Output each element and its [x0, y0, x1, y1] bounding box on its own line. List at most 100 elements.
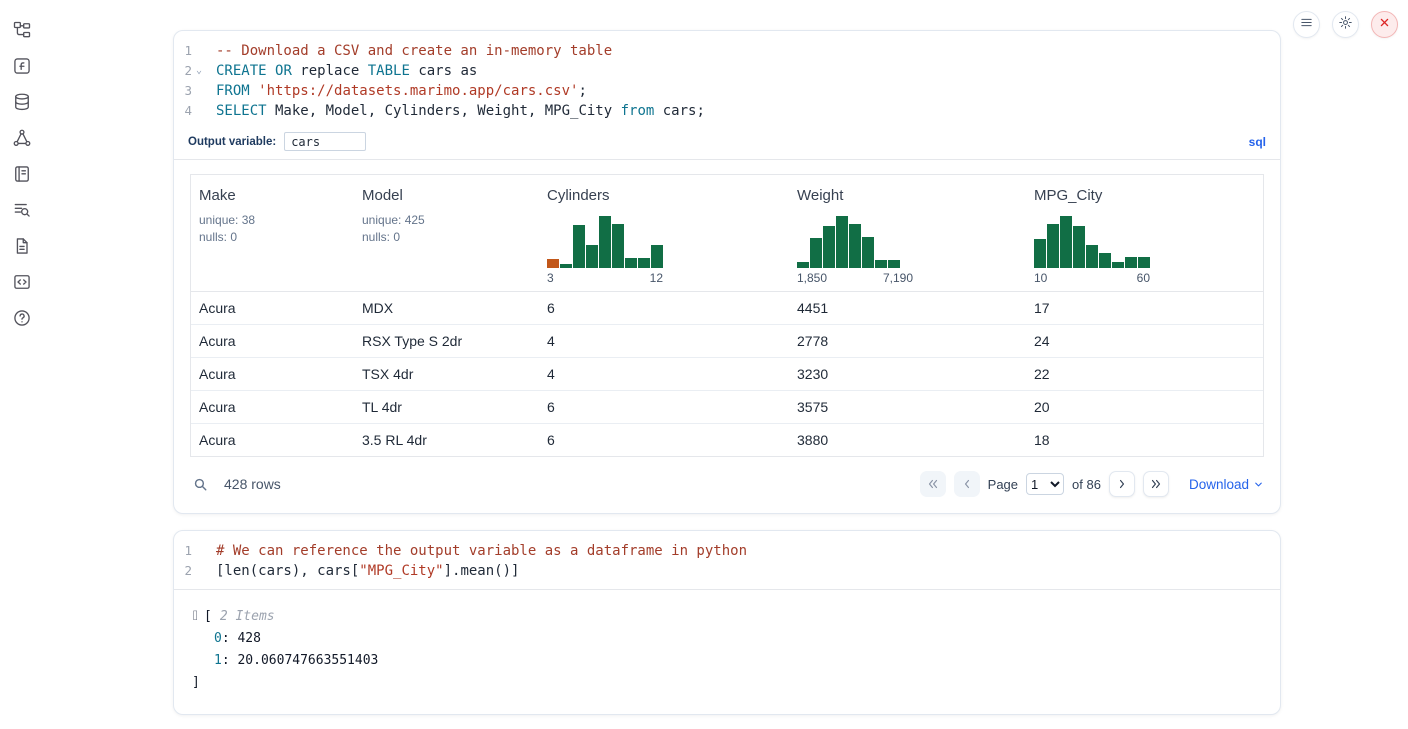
- column-header-model[interactable]: Modelunique: 425nulls: 0: [354, 187, 539, 285]
- settings-gear-icon: [1338, 15, 1353, 35]
- code-text[interactable]: CREATE OR replace TABLE cars as: [206, 61, 477, 81]
- item-value: 428: [237, 631, 260, 646]
- fold-chevron-icon[interactable]: ⌄: [192, 61, 206, 81]
- table-cell: Acura: [191, 292, 354, 324]
- collapse-chevron-icon[interactable]: ⌷: [192, 606, 204, 628]
- dependency-graph-button[interactable]: [11, 129, 33, 151]
- axis-min-label: 1,850: [797, 271, 827, 285]
- histogram-bar[interactable]: [836, 216, 848, 268]
- histogram-bars: [547, 216, 663, 268]
- histogram-bar[interactable]: [1047, 224, 1059, 268]
- last-page-button[interactable]: [1143, 471, 1169, 497]
- table-cell: 6: [539, 391, 789, 423]
- item-value: 20.060747663551403: [237, 653, 378, 668]
- previous-page-button[interactable]: [954, 471, 980, 497]
- notebook-outline-button[interactable]: [11, 165, 33, 187]
- logs-button[interactable]: [11, 201, 33, 223]
- file-tree-button[interactable]: [11, 21, 33, 43]
- histogram-bar[interactable]: [862, 237, 874, 268]
- datasources-button[interactable]: [11, 93, 33, 115]
- table-row[interactable]: AcuraRSX Type S 2dr4277824: [191, 325, 1263, 358]
- page-select[interactable]: 1: [1026, 473, 1064, 495]
- histogram-bar[interactable]: [888, 260, 900, 268]
- table-row[interactable]: Acura3.5 RL 4dr6388018: [191, 424, 1263, 456]
- python-code-editor[interactable]: 1# We can reference the output variable …: [174, 531, 1280, 589]
- code-text[interactable]: FROM 'https://datasets.marimo.app/cars.c…: [206, 81, 587, 101]
- table-cell: Acura: [191, 391, 354, 423]
- download-button[interactable]: Download: [1189, 477, 1264, 492]
- output-variable-label: Output variable:: [188, 136, 276, 148]
- histogram-bar[interactable]: [849, 224, 861, 268]
- axis-min-label: 10: [1034, 271, 1047, 285]
- line-number: 3: [180, 81, 192, 101]
- table-cell: 4: [539, 325, 789, 357]
- histogram-bar[interactable]: [599, 216, 611, 268]
- column-name: MPG_City: [1034, 187, 1255, 204]
- column-header-make[interactable]: Makeunique: 38nulls: 0: [191, 187, 354, 285]
- histogram-bar[interactable]: [875, 260, 887, 268]
- histogram-bar[interactable]: [1112, 262, 1124, 268]
- close-button[interactable]: [1371, 11, 1398, 38]
- histogram-bar[interactable]: [797, 262, 809, 268]
- menu-icon: [1299, 15, 1314, 35]
- column-header-cylinders[interactable]: Cylinders312: [539, 187, 789, 285]
- settings-gear-button[interactable]: [1332, 11, 1359, 38]
- column-stat: nulls: 0: [362, 229, 531, 246]
- histogram-bar[interactable]: [573, 225, 585, 268]
- histogram-bar[interactable]: [1099, 253, 1111, 268]
- table-row[interactable]: AcuraTSX 4dr4323022: [191, 358, 1263, 391]
- column-header-mpg_city[interactable]: MPG_City1060: [1026, 187, 1263, 285]
- line-number: 1: [180, 41, 192, 61]
- table-cell: 3575: [789, 391, 1026, 423]
- topbar-actions: [1293, 11, 1398, 38]
- histogram-bar[interactable]: [586, 245, 598, 268]
- column-histogram: 1,8507,190: [797, 216, 913, 285]
- first-page-button[interactable]: [920, 471, 946, 497]
- table-row[interactable]: AcuraTL 4dr6357520: [191, 391, 1263, 424]
- code-text[interactable]: SELECT Make, Model, Cylinders, Weight, M…: [206, 101, 705, 121]
- download-label: Download: [1189, 477, 1249, 492]
- menu-button[interactable]: [1293, 11, 1320, 38]
- chat-help-button[interactable]: [11, 309, 33, 331]
- histogram-bar[interactable]: [547, 259, 559, 268]
- output-variable-input[interactable]: [284, 132, 366, 151]
- code-text[interactable]: [len(cars), cars["MPG_City"].mean()]: [206, 561, 519, 581]
- pagination: Page 1 of 86 Download: [920, 471, 1264, 497]
- table-cell: RSX Type S 2dr: [354, 325, 539, 357]
- histogram-bar[interactable]: [638, 258, 650, 268]
- fold-gutter: [192, 41, 206, 61]
- histogram-bar[interactable]: [612, 224, 624, 268]
- snippets-button[interactable]: [11, 273, 33, 295]
- table-cell: 20: [1026, 391, 1263, 423]
- next-page-button[interactable]: [1109, 471, 1135, 497]
- column-header-weight[interactable]: Weight1,8507,190: [789, 187, 1026, 285]
- table-header: Makeunique: 38nulls: 0Modelunique: 425nu…: [191, 175, 1263, 292]
- fold-gutter: [192, 561, 206, 581]
- histogram-bar[interactable]: [1073, 226, 1085, 268]
- histogram-bar[interactable]: [1060, 216, 1072, 268]
- variables-button[interactable]: [11, 57, 33, 79]
- fold-gutter: [192, 101, 206, 121]
- column-stats: unique: 38nulls: 0: [199, 212, 346, 245]
- histogram-bar[interactable]: [1086, 245, 1098, 268]
- histogram-bar[interactable]: [625, 258, 637, 268]
- table-row[interactable]: AcuraMDX6445117: [191, 292, 1263, 325]
- code-text[interactable]: -- Download a CSV and create an in-memor…: [206, 41, 612, 61]
- histogram-bar[interactable]: [651, 245, 663, 268]
- histogram-bar[interactable]: [823, 226, 835, 268]
- output-tree-item: 0: 428: [192, 628, 1262, 650]
- notebook-area: 1 -- Download a CSV and create an in-memo…: [173, 30, 1281, 715]
- histogram-bar[interactable]: [1138, 257, 1150, 268]
- language-badge: sql: [1249, 135, 1266, 149]
- code-text[interactable]: # We can reference the output variable a…: [206, 541, 747, 561]
- documentation-button[interactable]: [11, 237, 33, 259]
- histogram-bar[interactable]: [810, 238, 822, 268]
- left-sidebar: [0, 0, 44, 729]
- sql-cell: 1 -- Download a CSV and create an in-memo…: [173, 30, 1281, 514]
- chat-help-icon: [12, 308, 32, 333]
- histogram-bar[interactable]: [1034, 239, 1046, 268]
- search-icon[interactable]: [190, 474, 210, 494]
- histogram-bar[interactable]: [560, 264, 572, 268]
- sql-code-editor[interactable]: 1 -- Download a CSV and create an in-memo…: [174, 31, 1280, 129]
- histogram-bar[interactable]: [1125, 257, 1137, 268]
